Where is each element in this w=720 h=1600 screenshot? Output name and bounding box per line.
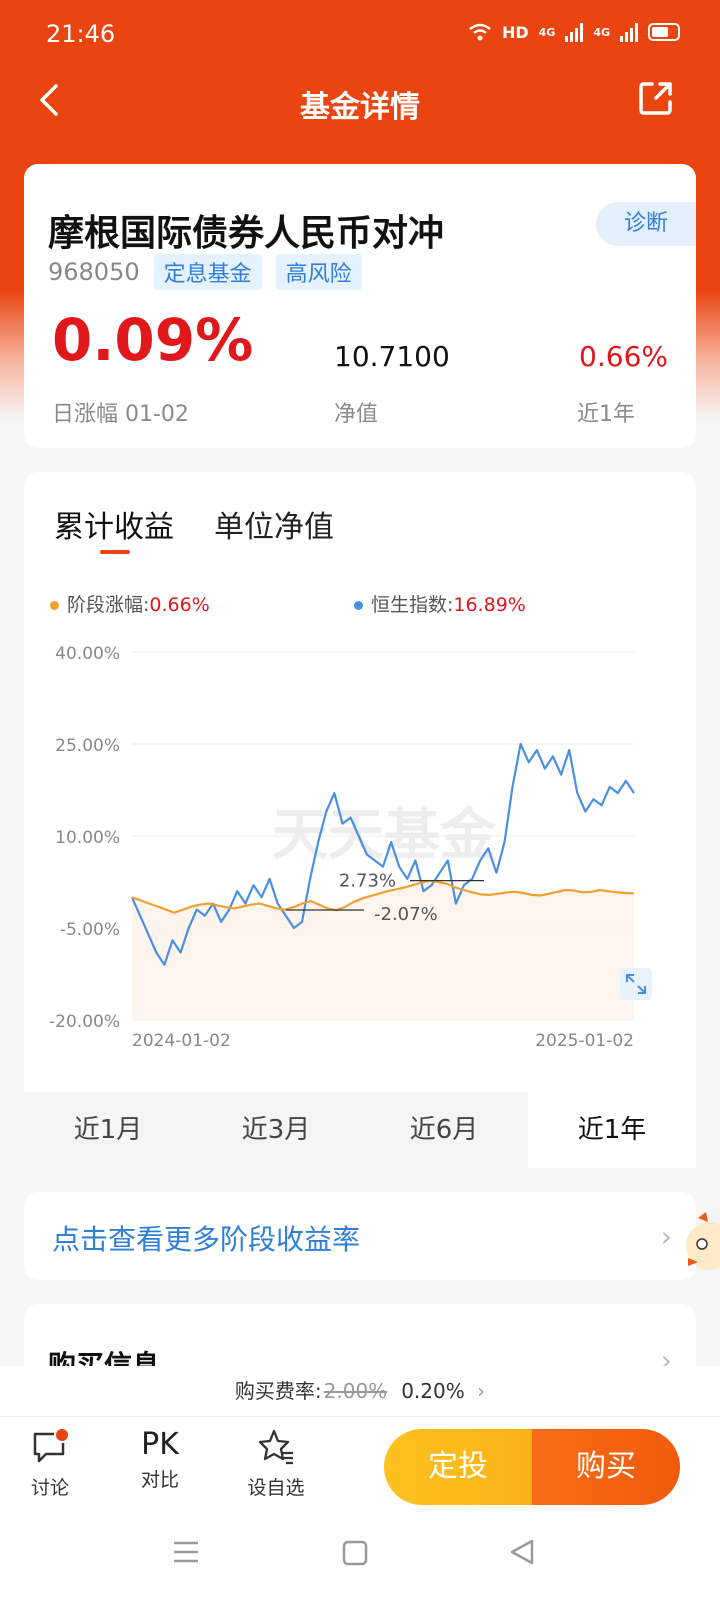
signal-label-1: 4G — [538, 25, 556, 39]
annotation-label-min: -2.07% — [374, 904, 438, 925]
signal-icon-2 — [620, 22, 638, 42]
star-list-icon — [258, 1429, 293, 1465]
diagnose-button[interactable]: 诊断 — [596, 202, 696, 246]
y-tick-label: -20.00% — [49, 1012, 120, 1032]
fund-summary-card: 摩根国际债券人民币对冲 诊断 968050 定息基金 高风险 0.09% 日涨幅… — [24, 164, 696, 448]
year-return-value: 0.66% — [579, 340, 668, 373]
nav-label: 净值 — [334, 402, 379, 427]
chart-tabs: 累计收益 单位净值 — [54, 502, 334, 546]
y-tick-label: 40.00% — [55, 644, 120, 664]
mascot-icon[interactable] — [680, 1210, 720, 1280]
legend-value-fund: 0.66% — [149, 594, 210, 616]
period-1y[interactable]: 近1年 — [528, 1092, 696, 1168]
system-nav-bar — [0, 1510, 720, 1600]
back-nav-icon[interactable] — [508, 1538, 536, 1566]
nav-value: 10.7100 — [334, 340, 450, 373]
y-tick-label: -5.00% — [60, 920, 120, 940]
performance-card: 累计收益 单位净值 阶段涨幅:0.66% 恒生指数:16.89% 40.00% 2… — [24, 472, 696, 1168]
daily-change-value: 0.09% — [52, 306, 254, 374]
chevron-right-icon: › — [660, 1220, 672, 1253]
risk-tag: 高风险 — [275, 254, 362, 290]
legend-label-index: 恒生指数: — [371, 594, 454, 616]
watchlist-button[interactable]: 设自选 — [236, 1427, 316, 1500]
status-bar: 21:46 HD 4G 4G — [0, 0, 720, 72]
fund-code: 968050 — [48, 258, 140, 286]
active-tab-indicator — [100, 550, 130, 554]
fee-label: 购买费率: — [234, 1379, 322, 1403]
signal-label-2: 4G — [593, 25, 610, 39]
legend-item-fund: 阶段涨幅:0.66% — [50, 590, 210, 617]
fund-type-tag: 定息基金 — [153, 254, 262, 290]
legend-dot-index — [354, 601, 363, 610]
x-tick-label: 2025-01-02 — [535, 1031, 634, 1051]
chevron-right-icon: › — [477, 1379, 486, 1403]
wifi-icon — [469, 23, 491, 41]
period-3m[interactable]: 近3月 — [192, 1092, 360, 1168]
fund-meta: 968050 定息基金 高风险 — [48, 254, 362, 290]
sip-button[interactable]: 定投 — [384, 1429, 532, 1505]
bottom-action-bar: 讨论 PK 对比 设自选 定投 购买 — [0, 1416, 720, 1510]
discuss-button[interactable]: 讨论 — [10, 1427, 90, 1500]
tab-unit-nav[interactable]: 单位净值 — [214, 502, 334, 546]
performance-chart[interactable]: 40.00% 25.00% 10.00% -5.00% -20.00% 2024-01-0… — [24, 622, 696, 1062]
tab-cumulative-return[interactable]: 累计收益 — [54, 502, 174, 546]
daily-change-label: 日涨幅 01-02 — [52, 402, 189, 427]
more-returns-link[interactable]: 点击查看更多阶段收益率 — [52, 1218, 360, 1258]
fee-new-rate: 0.20% — [401, 1379, 465, 1403]
share-icon[interactable] — [638, 80, 674, 120]
status-time: 21:46 — [46, 20, 116, 48]
discuss-label: 讨论 — [30, 1477, 69, 1499]
y-tick-label: 25.00% — [55, 736, 120, 756]
signal-icon — [565, 22, 584, 42]
action-buttons: 定投 购买 — [384, 1429, 680, 1505]
fee-old-rate: 2.00% — [323, 1379, 388, 1403]
compare-button[interactable]: PK 对比 — [120, 1427, 200, 1492]
x-tick-label: 2024-01-02 — [132, 1031, 231, 1051]
period-selector: 近1月 近3月 近6月 近1年 — [24, 1092, 696, 1168]
battery-icon — [648, 23, 680, 41]
legend-item-index: 恒生指数:16.89% — [354, 590, 526, 617]
period-1m[interactable]: 近1月 — [24, 1092, 192, 1168]
page-title: 基金详情 — [300, 90, 420, 125]
menu-icon[interactable] — [172, 1540, 200, 1564]
watermark: 天天基金 — [272, 802, 497, 868]
expand-icon[interactable] — [620, 968, 652, 1000]
legend-value-index: 16.89% — [453, 594, 526, 616]
annotation-label-max: 2.73% — [339, 871, 396, 892]
y-tick-label: 10.00% — [55, 828, 120, 848]
compare-label: 对比 — [140, 1469, 179, 1491]
legend-dot-fund — [50, 601, 59, 610]
watchlist-label: 设自选 — [247, 1477, 305, 1499]
home-icon[interactable] — [342, 1540, 368, 1566]
network-label: HD — [501, 22, 529, 42]
fee-bar[interactable]: 购买费率: 2.00% 0.20% › — [0, 1366, 720, 1416]
period-6m[interactable]: 近6月 — [360, 1092, 528, 1168]
fund-name: 摩根国际债券人民币对冲 — [48, 213, 445, 254]
pk-icon: PK — [141, 1427, 179, 1462]
legend-label-fund: 阶段涨幅: — [67, 594, 150, 616]
buy-button[interactable]: 购买 — [532, 1429, 680, 1505]
nav-bar: 基金详情 — [0, 72, 720, 128]
more-returns-card[interactable]: 点击查看更多阶段收益率 › — [24, 1192, 696, 1280]
series-area-fund — [132, 880, 634, 1020]
status-icons: HD 4G 4G — [468, 22, 680, 42]
notification-badge — [54, 1427, 70, 1443]
year-return-label: 近1年 — [577, 402, 635, 427]
